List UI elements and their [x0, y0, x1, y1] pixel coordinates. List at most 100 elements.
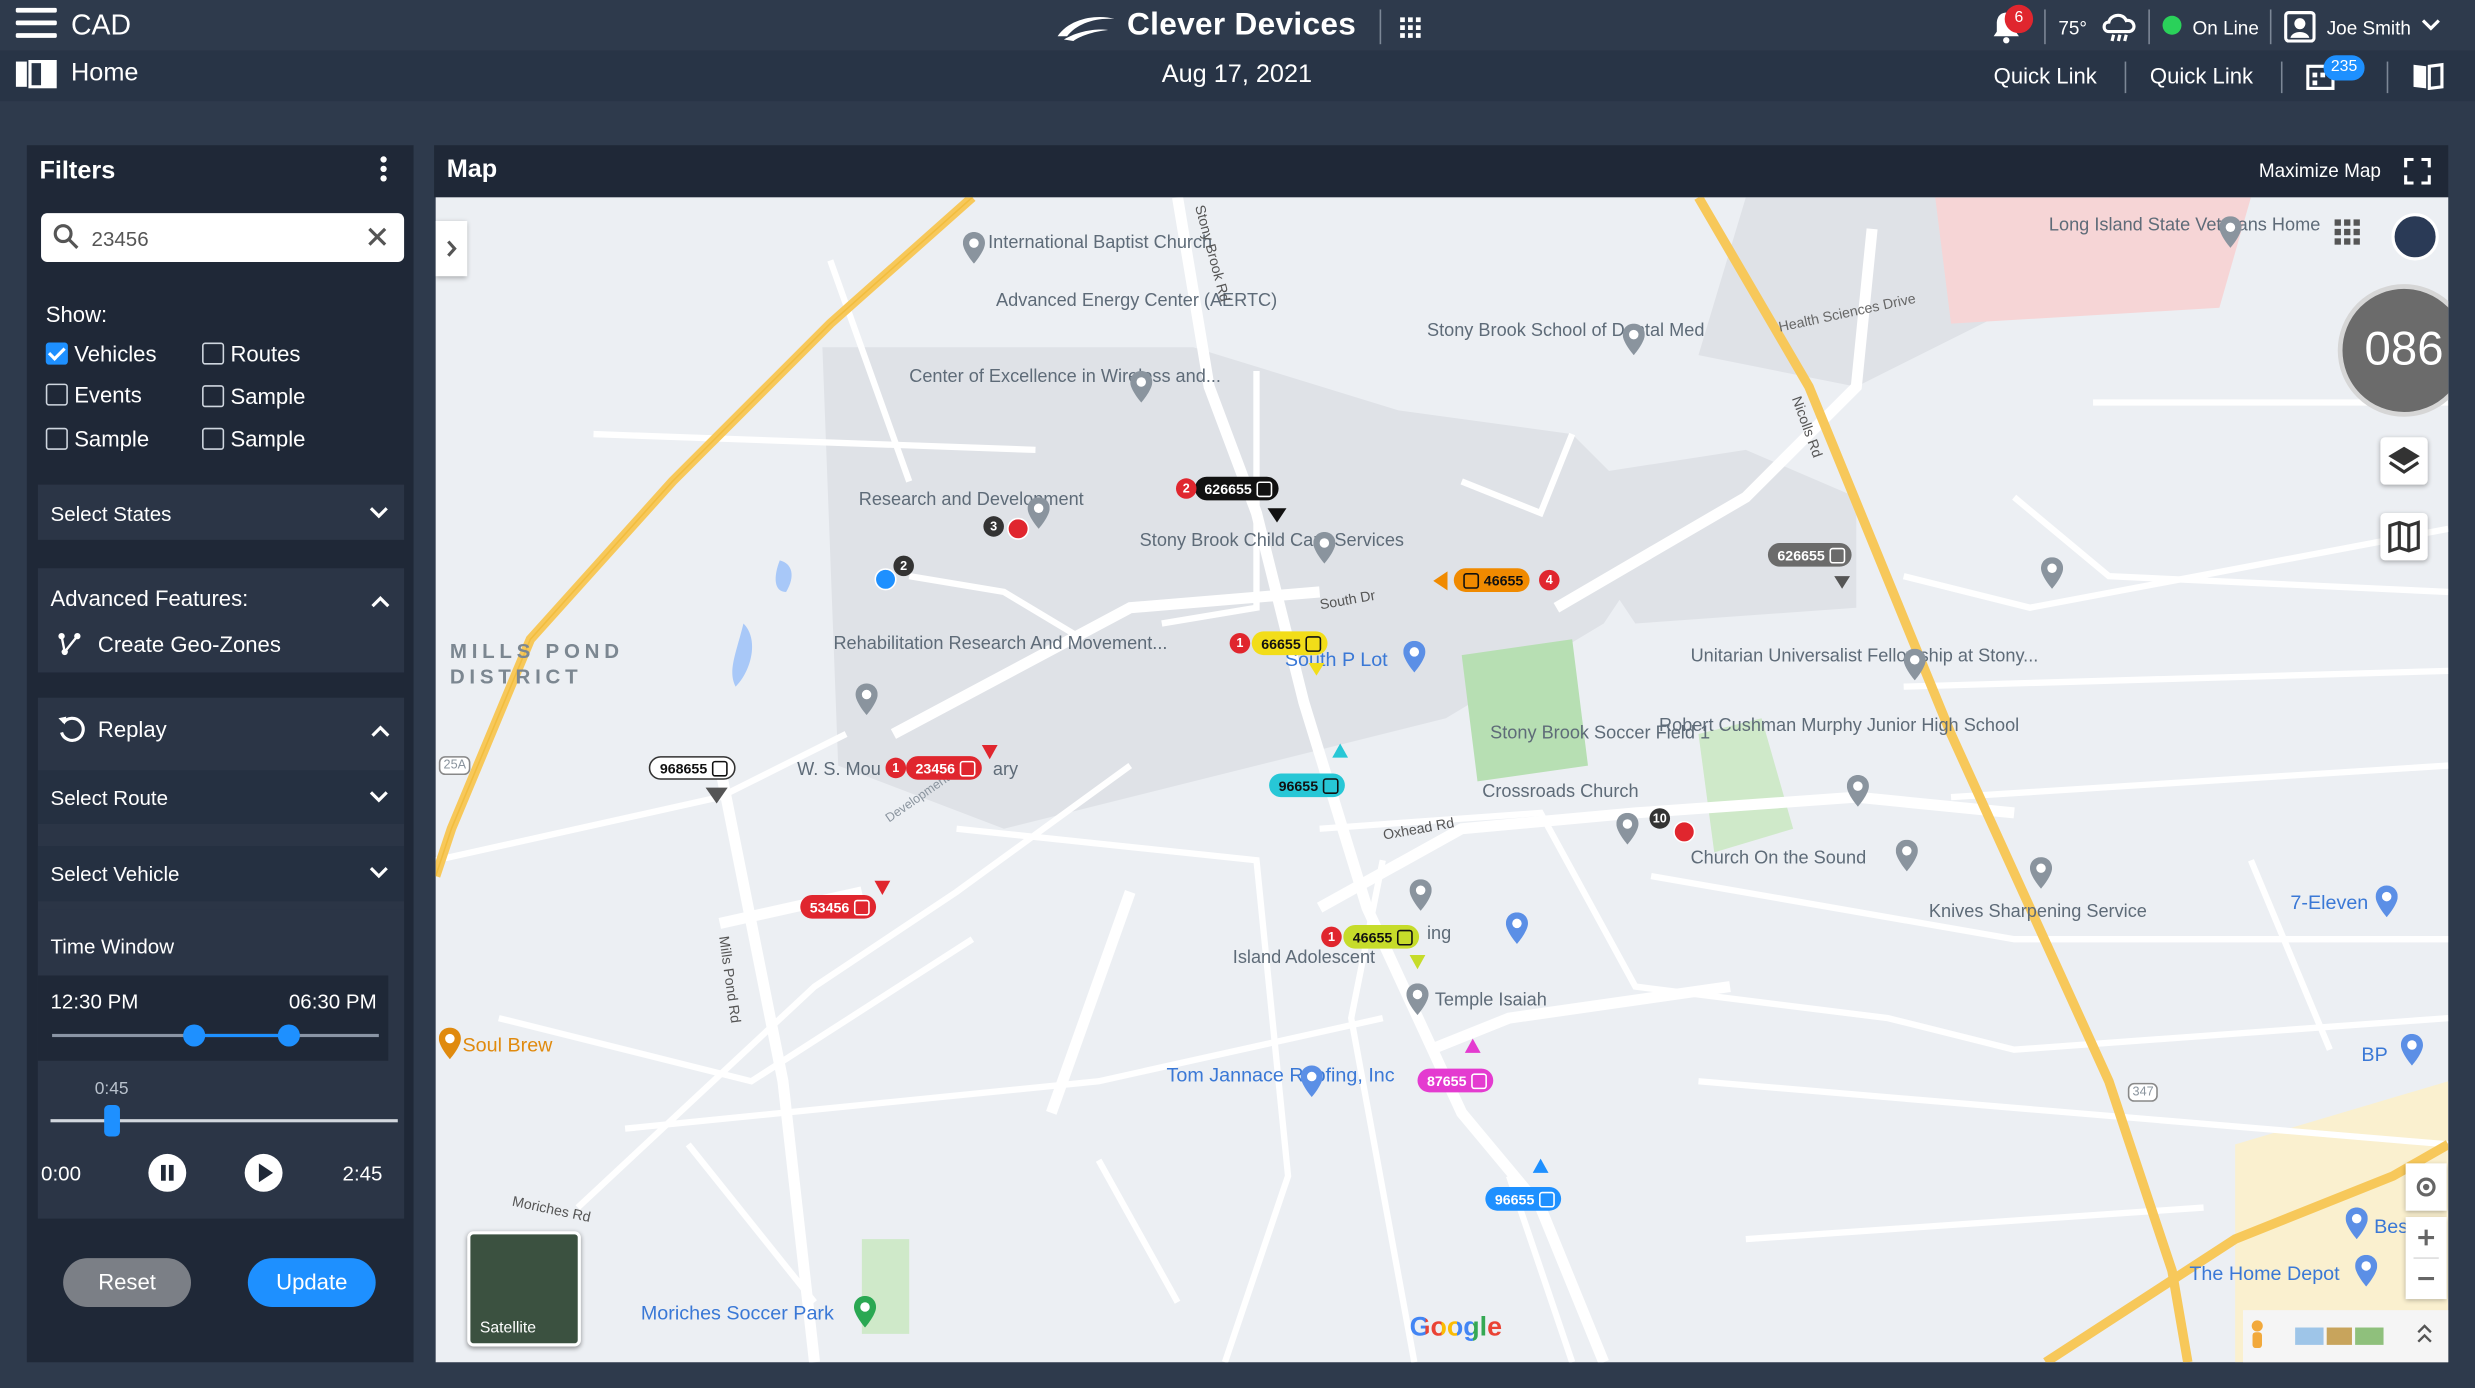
place-label[interactable]: 7-Eleven	[2290, 892, 2368, 917]
checkbox-unchecked-icon[interactable]	[202, 385, 225, 408]
place-label[interactable]: Temple Isaiah	[1435, 990, 1547, 1013]
place-label[interactable]: Long Island State Veterans Home	[2049, 215, 2320, 238]
bus-stop-icon[interactable]	[874, 568, 897, 591]
chevron-up-icon[interactable]	[369, 590, 391, 612]
place-label[interactable]: W. S. Mou	[797, 759, 881, 782]
select-vehicle-dropdown[interactable]: Select Vehicle	[37, 846, 405, 902]
vehicle-marker[interactable]: 968655	[648, 756, 736, 780]
pause-button[interactable]	[148, 1153, 187, 1192]
place-label[interactable]: Robert Cushman Murphy Junior High School	[1659, 715, 2019, 738]
checkbox-checked-icon[interactable]	[45, 342, 68, 365]
checkbox-vehicles[interactable]: Vehicles	[45, 341, 157, 366]
checkbox-sample[interactable]: Sample	[45, 426, 149, 451]
time-range-start-handle[interactable]	[183, 1024, 206, 1047]
avatar[interactable]	[2391, 213, 2439, 261]
update-button[interactable]: Update	[247, 1258, 376, 1307]
create-geo-zones-link[interactable]: Create Geo-Zones	[57, 631, 281, 657]
quick-link-1[interactable]: Quick Link	[1994, 63, 2097, 88]
place-pin-icon[interactable]	[1027, 497, 1050, 529]
place-pin-icon[interactable]	[1403, 640, 1426, 673]
layers-button[interactable]	[2380, 437, 2428, 485]
place-pin-icon[interactable]	[1313, 531, 1336, 564]
chevron-down-icon[interactable]	[2420, 14, 2442, 36]
quick-link-2[interactable]: Quick Link	[2150, 63, 2253, 88]
checkbox-unchecked-icon[interactable]	[45, 383, 68, 406]
apps-grid-icon[interactable]	[1400, 17, 1421, 38]
place-pin-icon[interactable]	[1409, 879, 1432, 911]
place-label[interactable]: Unitarian Universalist Fellowship at Sto…	[1691, 646, 2039, 669]
chevron-down-icon[interactable]	[368, 786, 390, 808]
place-pin-icon[interactable]	[1406, 983, 1429, 1015]
vehicle-marker[interactable]: 96655	[1485, 1187, 1562, 1211]
bus-stop-icon[interactable]	[1673, 820, 1696, 843]
vehicle-marker[interactable]: 46655	[1453, 568, 1530, 592]
user-icon[interactable]	[2284, 11, 2316, 43]
place-pin-icon[interactable]	[1130, 370, 1153, 403]
map-side-panel-toggle[interactable]	[435, 220, 468, 277]
time-range-end-handle[interactable]	[277, 1024, 300, 1047]
reset-button[interactable]: Reset	[63, 1258, 191, 1307]
playback-track[interactable]	[50, 1119, 398, 1123]
place-label[interactable]: Bes	[2374, 1215, 2408, 1240]
place-pin-icon[interactable]	[2400, 1033, 2423, 1066]
place-pin-icon[interactable]	[1622, 323, 1645, 356]
zoom-control[interactable]	[2405, 1217, 2447, 1300]
cluster-count[interactable]: 10	[1649, 808, 1671, 829]
vehicle-marker[interactable]: 626655	[1194, 476, 1279, 501]
place-label[interactable]: Research and Development	[859, 489, 1084, 512]
select-states-dropdown[interactable]: Select States	[37, 484, 405, 540]
place-label[interactable]: Soul Brew	[463, 1034, 553, 1059]
place-label[interactable]: Crossroads Church	[1482, 781, 1638, 804]
checkbox-events[interactable]: Events	[45, 382, 142, 407]
chevron-up-icon[interactable]	[369, 720, 391, 742]
vehicle-marker[interactable]: 23456	[906, 756, 982, 780]
place-label[interactable]: Moriches Soccer Park	[641, 1302, 834, 1327]
maximize-map-button[interactable]: Maximize Map	[2259, 159, 2381, 181]
place-pin-icon[interactable]	[1903, 648, 1926, 681]
place-pin-icon[interactable]	[855, 683, 878, 716]
place-label[interactable]: International Baptist Church	[988, 232, 1212, 255]
satellite-toggle[interactable]: Satellite	[467, 1231, 581, 1347]
place-pin-icon[interactable]	[1895, 839, 1918, 872]
place-pin-icon[interactable]	[2041, 557, 2064, 589]
vehicle-marker[interactable]: 53456	[800, 895, 877, 919]
book-icon[interactable]	[2412, 62, 2444, 90]
vehicle-marker[interactable]: 626655	[1767, 543, 1852, 567]
chevron-down-icon[interactable]	[368, 502, 390, 524]
map-canvas[interactable]: International Baptist Church Advanced En…	[435, 197, 2449, 1363]
checkbox-unchecked-icon[interactable]	[45, 427, 68, 450]
search-box[interactable]	[41, 213, 405, 263]
checkbox-routes[interactable]: Routes	[202, 341, 300, 366]
home-icon[interactable]	[15, 59, 57, 89]
expand-icon[interactable]	[2404, 157, 2431, 185]
apps-grid-icon[interactable]	[2334, 219, 2360, 245]
place-label[interactable]: BP	[2361, 1043, 2387, 1068]
place-pin-icon[interactable]	[2375, 885, 2398, 918]
chevron-down-icon[interactable]	[368, 862, 390, 884]
zoom-in-out-icon[interactable]	[2406, 1217, 2447, 1299]
playback-handle[interactable]	[104, 1104, 120, 1137]
place-label[interactable]: Tom Jannace Roofing, Inc	[1167, 1064, 1395, 1089]
play-button[interactable]	[244, 1153, 283, 1192]
map-view-button[interactable]	[2380, 513, 2428, 561]
bus-stop-icon[interactable]	[1007, 517, 1030, 540]
place-label[interactable]: ary	[993, 759, 1018, 782]
place-label[interactable]: Advanced Energy Center (AERTC)	[996, 290, 1277, 313]
place-label[interactable]: Stony Brook Soccer Field 1	[1490, 723, 1710, 746]
place-label[interactable]: Stony Brook Child Care Services	[1140, 530, 1404, 553]
place-pin-icon[interactable]	[853, 1295, 877, 1328]
place-label[interactable]: Knives Sharpening Service	[1929, 901, 2147, 924]
place-pin-icon[interactable]	[2345, 1207, 2368, 1240]
select-route-dropdown[interactable]: Select Route	[37, 770, 405, 824]
cluster-count[interactable]: 3	[983, 516, 1004, 537]
place-label[interactable]: The Home Depot	[2189, 1263, 2339, 1288]
pegman-icon[interactable]	[2243, 1310, 2448, 1362]
place-label[interactable]: Stony Brook School of Dental Med	[1427, 320, 1704, 343]
place-pin-icon[interactable]	[1616, 812, 1639, 845]
place-pin-icon[interactable]	[2355, 1254, 2378, 1287]
my-location-button[interactable]	[2405, 1163, 2447, 1211]
replay-header[interactable]: Replay	[57, 715, 167, 743]
place-pin-icon[interactable]	[1505, 912, 1528, 944]
map-type-strip[interactable]	[2243, 1310, 2449, 1363]
place-label[interactable]: ing	[1427, 923, 1451, 946]
